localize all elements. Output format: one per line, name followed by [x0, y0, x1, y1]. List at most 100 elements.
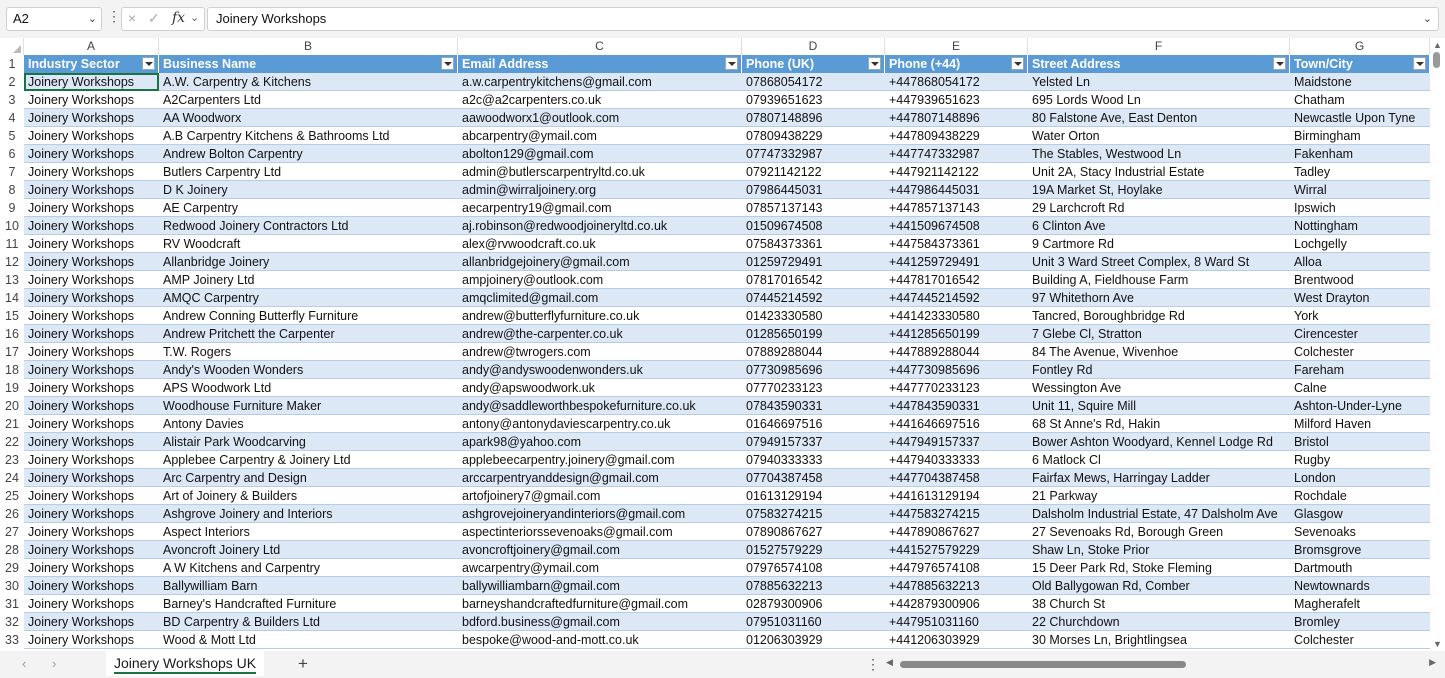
table-cell[interactable]: Dartmouth: [1290, 559, 1430, 577]
table-cell[interactable]: +447868054172: [885, 73, 1028, 91]
table-cell[interactable]: Glasgow: [1290, 505, 1430, 523]
table-cell[interactable]: Woodhouse Furniture Maker: [159, 397, 458, 415]
table-cell[interactable]: Chatham: [1290, 91, 1430, 109]
column-title-cell[interactable]: Phone (UK): [742, 55, 885, 73]
insert-function-icon[interactable]: fx: [172, 10, 185, 26]
table-cell[interactable]: 07730985696: [742, 361, 885, 379]
table-cell[interactable]: Joinery Workshops: [24, 505, 159, 523]
table-cell[interactable]: 07747332987: [742, 145, 885, 163]
table-cell[interactable]: Ipswich: [1290, 199, 1430, 217]
table-cell[interactable]: A W Kitchens and Carpentry: [159, 559, 458, 577]
table-cell[interactable]: Joinery Workshops: [24, 577, 159, 595]
table-cell[interactable]: bespoke@wood-and-mott.co.uk: [458, 631, 742, 649]
table-cell[interactable]: Andrew Bolton Carpentry: [159, 145, 458, 163]
table-cell[interactable]: andrew@butterflyfurniture.co.uk: [458, 307, 742, 325]
table-cell[interactable]: +447921142122: [885, 163, 1028, 181]
table-cell[interactable]: Nottingham: [1290, 217, 1430, 235]
row-number[interactable]: 10: [0, 217, 24, 235]
row-number[interactable]: 5: [0, 127, 24, 145]
table-cell[interactable]: 01613129194: [742, 487, 885, 505]
table-cell[interactable]: 01285650199: [742, 325, 885, 343]
row-number[interactable]: 26: [0, 505, 24, 523]
table-cell[interactable]: 38 Church St: [1028, 595, 1290, 613]
row-number[interactable]: 12: [0, 253, 24, 271]
table-cell[interactable]: Old Ballygowan Rd, Comber: [1028, 577, 1290, 595]
table-cell[interactable]: ampjoinery@outlook.com: [458, 271, 742, 289]
table-cell[interactable]: admin@wirraljoinery.org: [458, 181, 742, 199]
table-cell[interactable]: Shaw Ln, Stoke Prior: [1028, 541, 1290, 559]
table-cell[interactable]: Magherafelt: [1290, 595, 1430, 613]
table-cell[interactable]: A.W. Carpentry & Kitchens: [159, 73, 458, 91]
table-cell[interactable]: Dalsholm Industrial Estate, 47 Dalsholm …: [1028, 505, 1290, 523]
row-number[interactable]: 7: [0, 163, 24, 181]
table-cell[interactable]: Joinery Workshops: [24, 433, 159, 451]
more-options-icon[interactable]: ⋮: [866, 656, 880, 673]
table-cell[interactable]: 02879300906: [742, 595, 885, 613]
table-cell[interactable]: 07583274215: [742, 505, 885, 523]
cancel-icon[interactable]: ×: [128, 10, 136, 26]
row-number[interactable]: 27: [0, 523, 24, 541]
table-cell[interactable]: 30 Morses Ln, Brightlingsea: [1028, 631, 1290, 649]
table-cell[interactable]: 15 Deer Park Rd, Stoke Fleming: [1028, 559, 1290, 577]
table-cell[interactable]: +441259729491: [885, 253, 1028, 271]
table-cell[interactable]: Joinery Workshops: [24, 127, 159, 145]
table-cell[interactable]: Joinery Workshops: [24, 451, 159, 469]
table-cell[interactable]: AMP Joinery Ltd: [159, 271, 458, 289]
table-cell[interactable]: +447951031160: [885, 613, 1028, 631]
row-number[interactable]: 6: [0, 145, 24, 163]
column-header-b[interactable]: B: [159, 38, 458, 55]
table-cell[interactable]: Newcastle Upon Tyne: [1290, 109, 1430, 127]
table-cell[interactable]: +447817016542: [885, 271, 1028, 289]
table-cell[interactable]: 07445214592: [742, 289, 885, 307]
table-cell[interactable]: 68 St Anne's Rd, Hakin: [1028, 415, 1290, 433]
row-number[interactable]: 18: [0, 361, 24, 379]
table-cell[interactable]: Joinery Workshops: [24, 361, 159, 379]
table-cell[interactable]: Calne: [1290, 379, 1430, 397]
table-cell[interactable]: 9 Cartmore Rd: [1028, 235, 1290, 253]
table-cell[interactable]: 01527579229: [742, 541, 885, 559]
table-cell[interactable]: 6 Clinton Ave: [1028, 217, 1290, 235]
table-cell[interactable]: andy@andyswoodenwonders.uk: [458, 361, 742, 379]
table-cell[interactable]: 07807148896: [742, 109, 885, 127]
table-cell[interactable]: 07770233123: [742, 379, 885, 397]
table-cell[interactable]: Tadley: [1290, 163, 1430, 181]
table-cell[interactable]: Sevenoaks: [1290, 523, 1430, 541]
filter-dropdown-icon[interactable]: [868, 57, 881, 70]
table-cell[interactable]: APS Woodwork Ltd: [159, 379, 458, 397]
scroll-up-icon[interactable]: ▲: [1433, 40, 1442, 50]
table-cell[interactable]: +447890867627: [885, 523, 1028, 541]
table-cell[interactable]: Joinery Workshops: [24, 253, 159, 271]
table-cell[interactable]: +447843590331: [885, 397, 1028, 415]
table-cell[interactable]: andrew@the-carpenter.co.uk: [458, 325, 742, 343]
table-cell[interactable]: Tancred, Boroughbridge Rd: [1028, 307, 1290, 325]
scroll-thumb[interactable]: [900, 661, 1186, 668]
table-cell[interactable]: 07986445031: [742, 181, 885, 199]
table-cell[interactable]: +442879300906: [885, 595, 1028, 613]
table-cell[interactable]: artofjoinery7@gmail.com: [458, 487, 742, 505]
table-cell[interactable]: Fairfax Mews, Harringay Ladder: [1028, 469, 1290, 487]
table-cell[interactable]: Alloa: [1290, 253, 1430, 271]
table-cell[interactable]: a.w.carpentrykitchens@gmail.com: [458, 73, 742, 91]
row-number[interactable]: 15: [0, 307, 24, 325]
select-all-corner[interactable]: [0, 38, 24, 55]
row-number[interactable]: 25: [0, 487, 24, 505]
table-cell[interactable]: Wood & Mott Ltd: [159, 631, 458, 649]
table-cell[interactable]: Joinery Workshops: [24, 541, 159, 559]
table-cell[interactable]: +447949157337: [885, 433, 1028, 451]
table-cell[interactable]: Alistair Park Woodcarving: [159, 433, 458, 451]
table-cell[interactable]: Joinery Workshops: [24, 325, 159, 343]
table-cell[interactable]: York: [1290, 307, 1430, 325]
table-cell[interactable]: 07890867627: [742, 523, 885, 541]
table-cell[interactable]: 6 Matlock Cl: [1028, 451, 1290, 469]
table-cell[interactable]: AA Woodworx: [159, 109, 458, 127]
table-cell[interactable]: +447584373361: [885, 235, 1028, 253]
table-cell[interactable]: 19A Market St, Hoylake: [1028, 181, 1290, 199]
table-cell[interactable]: Joinery Workshops: [24, 109, 159, 127]
table-cell[interactable]: Avoncroft Joinery Ltd: [159, 541, 458, 559]
table-cell[interactable]: allanbridgejoinery@gmail.com: [458, 253, 742, 271]
table-cell[interactable]: abcarpentry@ymail.com: [458, 127, 742, 145]
filter-dropdown-icon[interactable]: [142, 57, 155, 70]
column-header-e[interactable]: E: [885, 38, 1028, 55]
table-cell[interactable]: andrew@twrogers.com: [458, 343, 742, 361]
table-cell[interactable]: Colchester: [1290, 631, 1430, 649]
